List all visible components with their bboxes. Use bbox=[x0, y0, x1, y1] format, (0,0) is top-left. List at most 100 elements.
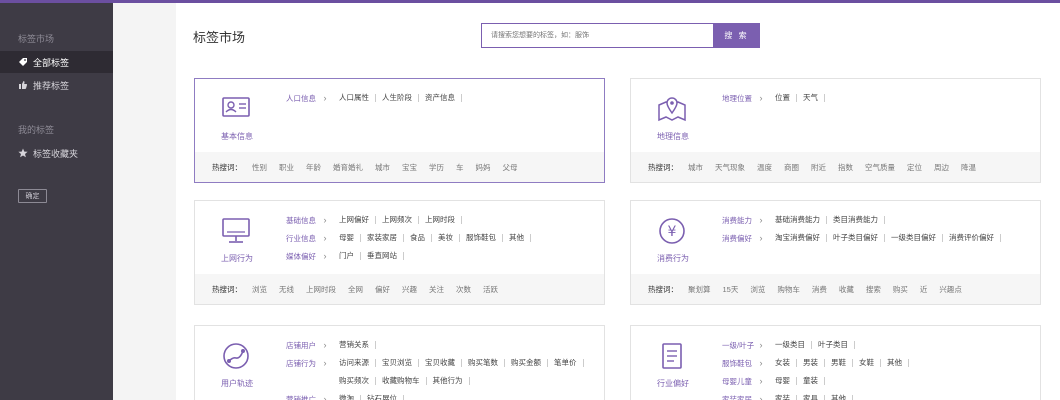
card-category-label[interactable]: 消费行为 bbox=[631, 253, 715, 264]
hot-search-word[interactable]: 收藏 bbox=[839, 284, 854, 295]
tag-link[interactable]: 微淘 bbox=[333, 395, 361, 400]
card-category-label[interactable]: 基本信息 bbox=[195, 131, 279, 142]
hot-search-word[interactable]: 商圈 bbox=[784, 162, 799, 173]
hot-search-word[interactable]: 性别 bbox=[252, 162, 267, 173]
tag-link[interactable]: 门户 bbox=[333, 252, 361, 260]
card-icon-box[interactable]: 基本信息 bbox=[195, 79, 279, 152]
tag-link[interactable]: 上网时段 bbox=[419, 216, 462, 224]
tag-link[interactable]: 其他行为 bbox=[427, 377, 470, 385]
hot-search-word[interactable]: 消费 bbox=[812, 284, 827, 295]
hot-search-word[interactable]: 15天 bbox=[723, 284, 739, 295]
tag-row-head[interactable]: 服饰鞋包 bbox=[722, 358, 753, 369]
tag-link[interactable]: 叶子类目 bbox=[812, 341, 855, 349]
tag-link[interactable]: 营销关系 bbox=[333, 341, 376, 349]
hot-search-word[interactable]: 关注 bbox=[429, 284, 444, 295]
hot-search-word[interactable]: 车 bbox=[456, 162, 464, 173]
hot-search-word[interactable]: 浏览 bbox=[750, 284, 765, 295]
tag-link[interactable]: 女装 bbox=[769, 359, 797, 367]
tag-link[interactable]: 消费评价偏好 bbox=[943, 234, 1001, 242]
hot-search-word[interactable]: 职业 bbox=[279, 162, 294, 173]
hot-search-word[interactable]: 指数 bbox=[838, 162, 853, 173]
hot-search-word[interactable]: 偏好 bbox=[375, 284, 390, 295]
hot-search-word[interactable]: 购物车 bbox=[777, 284, 800, 295]
tag-link[interactable]: 购买频次 bbox=[333, 377, 376, 385]
search-input[interactable] bbox=[481, 23, 713, 48]
card-category-label[interactable]: 行业偏好 bbox=[631, 378, 715, 389]
card-category-label[interactable]: 上网行为 bbox=[195, 253, 279, 264]
card-category-label[interactable]: 用户轨迹 bbox=[195, 378, 279, 389]
tag-link[interactable]: 家具 bbox=[797, 395, 825, 400]
tag-link[interactable]: 服饰鞋包 bbox=[460, 234, 503, 242]
tag-row-head[interactable]: 营销推广 bbox=[286, 394, 317, 400]
hot-search-word[interactable]: 年龄 bbox=[306, 162, 321, 173]
hot-search-word[interactable]: 天气现象 bbox=[715, 162, 745, 173]
tag-row-head[interactable]: 店铺行为 bbox=[286, 358, 317, 369]
tag-link[interactable]: 童装 bbox=[797, 377, 825, 385]
hot-search-word[interactable]: 温度 bbox=[757, 162, 772, 173]
hot-search-word[interactable]: 城市 bbox=[375, 162, 390, 173]
card-icon-box[interactable]: 用户轨迹 bbox=[195, 326, 279, 399]
hot-search-word[interactable]: 活跃 bbox=[483, 284, 498, 295]
tag-row-head[interactable]: 消费偏好 bbox=[722, 233, 753, 244]
tag-row-head[interactable]: 一级/叶子 bbox=[722, 340, 754, 351]
tag-link[interactable]: 钻石展位 bbox=[361, 395, 404, 400]
hot-search-word[interactable]: 兴趣 bbox=[402, 284, 417, 295]
card-icon-box[interactable]: 上网行为 bbox=[195, 201, 279, 274]
hot-search-word[interactable]: 附近 bbox=[811, 162, 826, 173]
tag-link[interactable]: 淘宝消费偏好 bbox=[769, 234, 827, 242]
tag-link[interactable]: 资产信息 bbox=[419, 94, 462, 102]
tag-link[interactable]: 母婴 bbox=[333, 234, 361, 242]
tag-link[interactable]: 其他 bbox=[503, 234, 531, 242]
hot-search-word[interactable]: 全网 bbox=[348, 284, 363, 295]
tag-link[interactable]: 位置 bbox=[769, 94, 797, 102]
tag-row-head[interactable]: 消费能力 bbox=[722, 215, 753, 226]
tag-row-head[interactable]: 行业信息 bbox=[286, 233, 317, 244]
confirm-button[interactable]: 确定 bbox=[18, 189, 47, 203]
card-icon-box[interactable]: ¥ 消费行为 bbox=[631, 201, 715, 274]
tag-link[interactable]: 男装 bbox=[797, 359, 825, 367]
hot-search-word[interactable]: 学历 bbox=[429, 162, 444, 173]
search-button[interactable]: 搜 索 bbox=[713, 23, 760, 48]
tag-link[interactable]: 其他 bbox=[825, 395, 853, 400]
tag-link[interactable]: 男鞋 bbox=[825, 359, 853, 367]
hot-search-word[interactable]: 购买 bbox=[893, 284, 908, 295]
tag-link[interactable]: 家装 bbox=[769, 395, 797, 400]
tag-link[interactable]: 女鞋 bbox=[853, 359, 881, 367]
card-category-label[interactable]: 地理信息 bbox=[631, 131, 715, 142]
hot-search-word[interactable]: 次数 bbox=[456, 284, 471, 295]
hot-search-word[interactable]: 兴趣点 bbox=[939, 284, 962, 295]
tag-link[interactable]: 人生阶段 bbox=[376, 94, 419, 102]
tag-link[interactable]: 母婴 bbox=[769, 377, 797, 385]
tag-link[interactable]: 笔单价 bbox=[548, 359, 584, 367]
tag-link[interactable]: 基础消费能力 bbox=[769, 216, 827, 224]
card-icon-box[interactable]: 地理信息 bbox=[631, 79, 715, 152]
hot-search-word[interactable]: 妈妈 bbox=[476, 162, 491, 173]
tag-link[interactable]: 访问来源 bbox=[333, 359, 376, 367]
tag-link[interactable]: 一级类目 bbox=[769, 341, 812, 349]
tag-row-head[interactable]: 基础信息 bbox=[286, 215, 317, 226]
tag-link[interactable]: 上网偏好 bbox=[333, 216, 376, 224]
sidebar-item-favorites[interactable]: 标签收藏夹 bbox=[0, 142, 113, 164]
tag-link[interactable]: 一级类目偏好 bbox=[885, 234, 943, 242]
tag-link[interactable]: 叶子类目偏好 bbox=[827, 234, 885, 242]
sidebar-item-all-tags[interactable]: 全部标签 bbox=[0, 51, 113, 73]
tag-link[interactable]: 家装家居 bbox=[361, 234, 404, 242]
tag-link[interactable]: 宝贝浏览 bbox=[376, 359, 419, 367]
tag-row-head[interactable]: 母婴儿童 bbox=[722, 376, 753, 387]
tag-link[interactable]: 天气 bbox=[797, 94, 825, 102]
hot-search-word[interactable]: 近 bbox=[920, 284, 928, 295]
tag-link[interactable]: 其他 bbox=[881, 359, 909, 367]
tag-row-head[interactable]: 家装家居 bbox=[722, 394, 753, 400]
hot-search-word[interactable]: 降温 bbox=[961, 162, 976, 173]
hot-search-word[interactable]: 上网时段 bbox=[306, 284, 336, 295]
sidebar-item-recommended[interactable]: 推荐标签 bbox=[0, 74, 113, 96]
hot-search-word[interactable]: 城市 bbox=[688, 162, 703, 173]
hot-search-word[interactable]: 周边 bbox=[934, 162, 949, 173]
tag-link[interactable]: 购买金额 bbox=[505, 359, 548, 367]
tag-row-head[interactable]: 媒体偏好 bbox=[286, 251, 317, 262]
tag-link[interactable]: 人口属性 bbox=[333, 94, 376, 102]
tag-link[interactable]: 收藏购物车 bbox=[376, 377, 427, 385]
tag-link[interactable]: 美妆 bbox=[432, 234, 460, 242]
hot-search-word[interactable]: 父母 bbox=[503, 162, 518, 173]
tag-link[interactable]: 购买笔数 bbox=[462, 359, 505, 367]
